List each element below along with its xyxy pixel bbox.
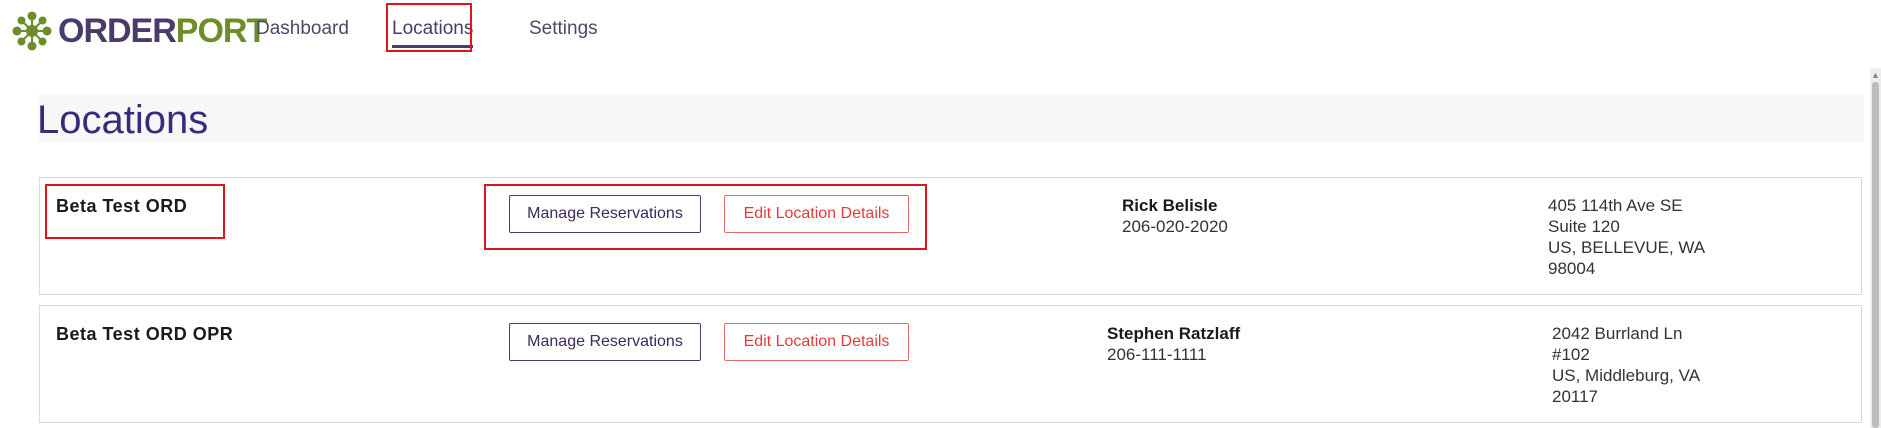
contact-name: Rick Belisle — [1122, 196, 1218, 215]
nav-item-dashboard[interactable]: Dashboard — [256, 18, 349, 40]
page-title-band — [39, 94, 1864, 142]
logo-wordmark: ORDERPORT — [58, 12, 267, 50]
scrollbar-thumb[interactable] — [1872, 82, 1879, 428]
address-line: #102 — [1552, 345, 1590, 364]
highlight-box — [386, 3, 472, 52]
location-contact: Stephen Ratzlaff 206-111-1111 — [1107, 323, 1240, 365]
location-address: 2042 Burrland Ln #102 US, Middleburg, VA… — [1552, 323, 1700, 407]
edit-location-details-button[interactable]: Edit Location Details — [724, 323, 909, 361]
location-contact: Rick Belisle 206-020-2020 — [1122, 195, 1228, 237]
address-line: 2042 Burrland Ln — [1552, 324, 1683, 343]
vertical-scrollbar[interactable]: ▲ — [1870, 68, 1881, 428]
page-title: Locations — [37, 98, 209, 142]
nav-item-settings[interactable]: Settings — [529, 18, 598, 40]
contact-name: Stephen Ratzlaff — [1107, 324, 1241, 343]
flower-logo-icon — [10, 10, 54, 52]
address-line: Suite 120 — [1548, 217, 1620, 236]
contact-phone: 206-020-2020 — [1122, 217, 1228, 236]
highlight-box — [45, 184, 225, 239]
contact-phone: 206-111-1111 — [1107, 345, 1207, 364]
top-navigation-bar: ORDERPORT Dashboard Locations Settings — [0, 0, 1881, 62]
address-line: 20117 — [1552, 387, 1599, 406]
address-line: 98004 — [1548, 259, 1596, 278]
orderport-logo[interactable]: ORDERPORT — [10, 10, 267, 52]
manage-reservations-button[interactable]: Manage Reservations — [509, 323, 701, 361]
address-line: US, Middleburg, VA — [1552, 366, 1701, 385]
location-card: Beta Test ORD OPR Manage Reservations Ed… — [39, 305, 1862, 423]
location-card: Beta Test ORD Manage Reservations Edit L… — [39, 177, 1862, 295]
highlight-box — [484, 184, 927, 250]
address-line: 405 114th Ave SE — [1548, 196, 1683, 215]
location-address: 405 114th Ave SE Suite 120 US, BELLEVUE,… — [1548, 195, 1705, 279]
address-line: US, BELLEVUE, WA — [1548, 238, 1706, 257]
location-name: Beta Test ORD OPR — [56, 324, 234, 344]
scroll-up-arrow-icon[interactable]: ▲ — [1871, 70, 1880, 80]
